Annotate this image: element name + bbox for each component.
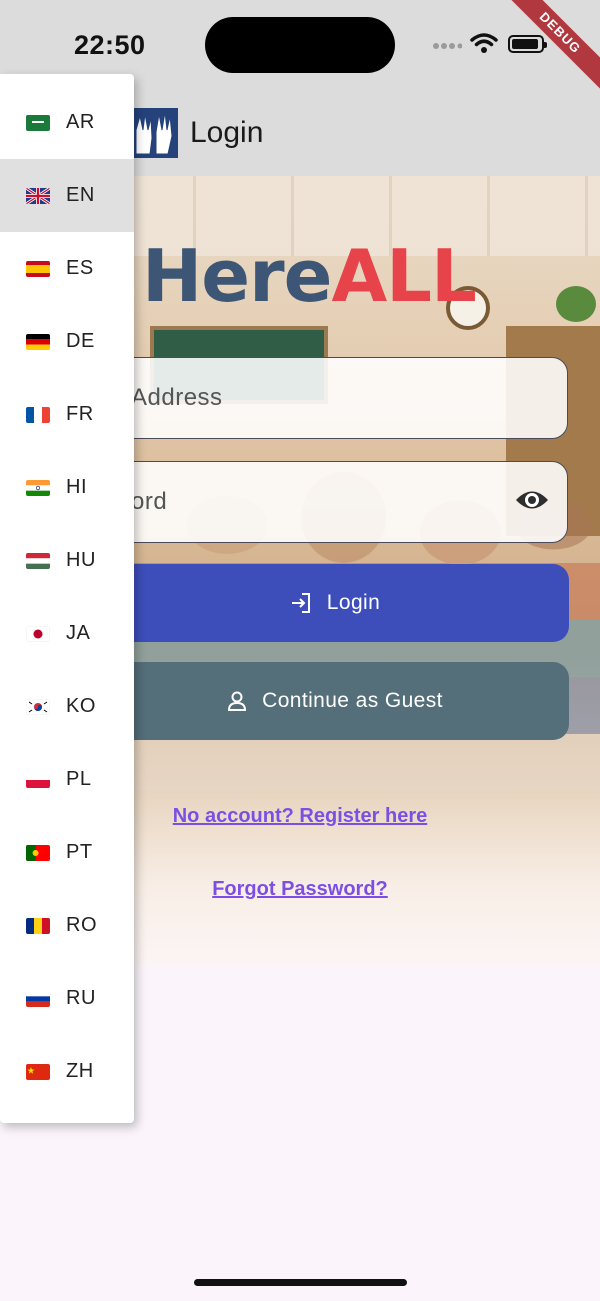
plant-decor [556,286,596,322]
portugal-flag-icon [26,844,50,861]
language-option-ja[interactable]: JA [0,597,134,670]
language-option-ar[interactable]: AR [0,86,134,159]
language-option-ko[interactable]: KO [0,670,134,743]
brand-wordmark: HereALL [142,234,477,318]
cellular-signal-icon [433,43,462,49]
app-logo [130,108,178,158]
language-option-pl[interactable]: PL [0,743,134,816]
login-label: Login [326,591,381,614]
language-option-fr[interactable]: FR [0,378,134,451]
home-indicator[interactable] [194,1279,407,1286]
korea-flag-icon [26,698,50,715]
email-field[interactable]: Address [100,357,568,439]
language-option-hu[interactable]: HU [0,524,134,597]
person-icon [228,691,247,711]
language-option-zh[interactable]: ZH [0,1035,134,1108]
language-option-ru[interactable]: RU [0,962,134,1035]
page-title: Login [190,116,264,149]
japan-flag-icon [26,625,50,642]
uk-flag-icon [26,187,50,204]
login-icon [291,593,310,613]
russia-flag-icon [26,990,50,1007]
language-option-de[interactable]: DE [0,305,134,378]
language-option-hi[interactable]: HI [0,451,134,524]
wifi-icon [470,33,498,53]
password-placeholder: ord [131,488,168,515]
password-field[interactable]: ord [100,461,568,543]
germany-flag-icon [26,333,50,350]
language-option-en[interactable]: EN [0,159,134,232]
raised-hands-icon [135,111,173,155]
battery-icon [508,35,547,53]
language-option-ro[interactable]: RO [0,889,134,962]
spain-flag-icon [26,260,50,277]
poland-flag-icon [26,771,50,788]
romania-flag-icon [26,917,50,934]
language-menu: AR EN ES DE FR HI HU JA KO PL PT RO RU Z… [0,74,134,1123]
france-flag-icon [26,406,50,423]
language-option-pt[interactable]: PT [0,816,134,889]
guest-button[interactable]: Continue as Guest [100,662,569,740]
saudi-arabia-flag-icon [26,114,50,131]
language-option-es[interactable]: ES [0,232,134,305]
china-flag-icon [26,1063,50,1080]
email-placeholder: Address [131,384,223,411]
status-time: 22:50 [74,30,146,60]
india-flag-icon [26,479,50,496]
dynamic-island [205,17,395,73]
guest-label: Continue as Guest [262,689,443,712]
login-button[interactable]: Login [100,564,569,642]
hungary-flag-icon [26,552,50,569]
show-password-icon[interactable] [515,487,549,513]
